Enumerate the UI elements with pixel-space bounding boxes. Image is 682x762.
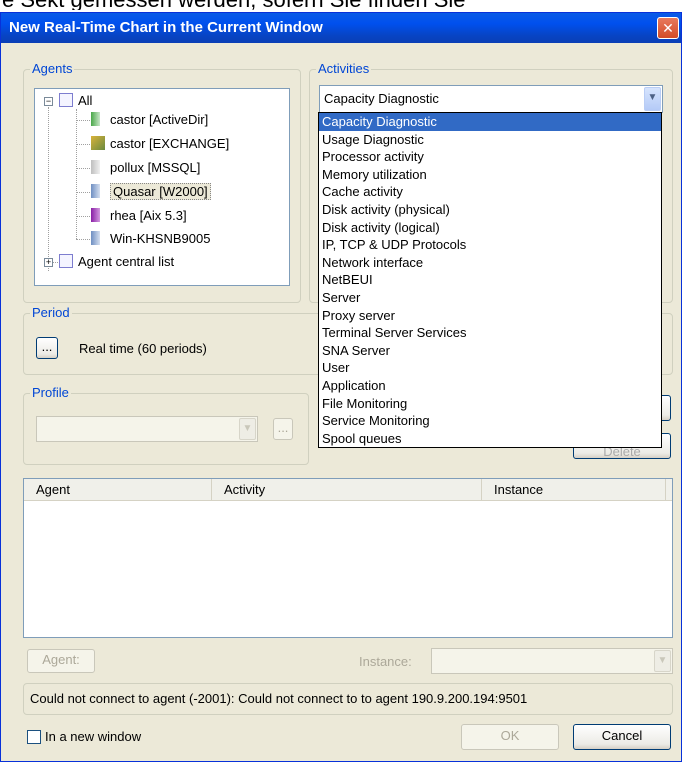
tree-line — [76, 239, 90, 240]
column-header-label: Agent — [36, 482, 70, 497]
expand-central-icon[interactable]: + — [44, 258, 53, 267]
tree-root-label: All — [78, 93, 93, 108]
ok-button-label: OK — [500, 728, 520, 743]
activity-option[interactable]: Service Monitoring — [319, 412, 661, 430]
tree-item-win-khsnb9005[interactable]: Win-KHSNB9005 — [91, 230, 210, 248]
tree-item-pollux-mssql[interactable]: pollux [MSSQL] — [91, 159, 200, 177]
background-document-text: e Sekt gemessen werden, sofern Sie finde… — [2, 0, 682, 10]
activity-option[interactable]: Processor activity — [319, 148, 661, 166]
tree-item-label: Agent central list — [78, 254, 175, 269]
cancel-button-label: Cancel — [601, 728, 643, 743]
tree-item-label: Quasar [W2000] — [110, 183, 211, 200]
activity-option[interactable]: Memory utilization — [319, 166, 661, 184]
tree-line — [76, 144, 90, 145]
tree-line — [48, 107, 49, 271]
column-header-label: Activity — [224, 482, 266, 497]
activity-option[interactable]: Application — [319, 377, 661, 395]
agent-group-icon — [59, 93, 73, 107]
profile-browse-label: ... — [277, 420, 289, 435]
period-value: Real time (60 periods) — [79, 341, 207, 356]
new-window-checkbox[interactable] — [27, 730, 41, 744]
tree-item-castor-exchange[interactable]: castor [EXCHANGE] — [91, 135, 229, 153]
tree-item-label: rhea [Aix 5.3] — [110, 208, 187, 223]
column-header-label: Instance — [494, 482, 544, 497]
activities-select[interactable]: Capacity Diagnostic ▼ — [319, 85, 663, 113]
activity-option[interactable]: IP, TCP & UDP Protocols — [319, 236, 661, 254]
activity-option[interactable]: Network interface — [319, 254, 661, 272]
new-window-label[interactable]: In a new window — [45, 729, 141, 744]
tree-item-label: Win-KHSNB9005 — [110, 231, 211, 246]
chevron-down-icon[interactable]: ▼ — [644, 87, 661, 111]
activity-option[interactable]: File Monitoring — [319, 395, 661, 413]
chevron-down-icon[interactable]: ▼ — [239, 418, 256, 440]
collapse-all-icon[interactable]: − — [44, 97, 53, 106]
close-button[interactable]: ✕ — [657, 17, 679, 39]
activity-option[interactable]: Cache activity — [319, 183, 661, 201]
column-header-instance[interactable]: Instance — [482, 479, 666, 501]
activity-option[interactable]: Server — [319, 289, 661, 307]
tree-item-label: castor [ActiveDir] — [110, 112, 209, 127]
status-bar: Could not connect to agent (-2001): Coul… — [23, 683, 673, 715]
activity-option[interactable]: Disk activity (logical) — [319, 219, 661, 237]
activities-selected-value: Capacity Diagnostic — [324, 91, 439, 106]
tree-agent-central-list[interactable]: Agent central list — [59, 253, 174, 271]
tree-item-quasar-w2000[interactable]: Quasar [W2000] — [91, 183, 211, 201]
tree-line — [76, 109, 77, 239]
period-browse-button[interactable]: ... — [36, 337, 58, 359]
activity-option[interactable]: Capacity Diagnostic — [319, 113, 661, 131]
server-green-icon — [91, 112, 100, 126]
tree-item-label: pollux [MSSQL] — [110, 160, 201, 175]
activities-dropdown-list[interactable]: Capacity Diagnostic Usage Diagnostic Proce… — [318, 112, 662, 448]
aix-server-icon — [91, 208, 100, 222]
status-text: Could not connect to agent (-2001): Coul… — [30, 691, 528, 706]
table-header: Agent Activity Instance — [24, 479, 672, 501]
exchange-server-icon — [91, 136, 105, 150]
title-bar: New Real-Time Chart in the Current Windo… — [1, 13, 681, 43]
windows-server-icon — [91, 231, 100, 245]
tree-line — [76, 216, 90, 217]
activity-option[interactable]: User — [319, 359, 661, 377]
profile-select[interactable]: ▼ — [36, 416, 258, 442]
windows-server-icon — [91, 184, 100, 198]
agents-group: Agents − All castor [ActiveDir] castor [… — [23, 61, 301, 303]
instance-select[interactable]: ▼ — [431, 648, 673, 674]
period-browse-label: ... — [41, 339, 53, 354]
agent-group-icon — [59, 254, 73, 268]
agent-button[interactable]: Agent: — [27, 649, 95, 673]
chevron-down-icon[interactable]: ▼ — [654, 650, 671, 672]
activity-option[interactable]: SNA Server — [319, 342, 661, 360]
activity-option[interactable]: Terminal Server Services — [319, 324, 661, 342]
activity-option[interactable]: NetBEUI — [319, 271, 661, 289]
tree-line — [76, 192, 90, 193]
activity-option[interactable]: Spool queues — [319, 430, 661, 448]
tree-line — [76, 120, 90, 121]
selection-table[interactable]: Agent Activity Instance — [23, 478, 673, 638]
cancel-button[interactable]: Cancel — [573, 724, 671, 750]
agents-label: Agents — [30, 61, 75, 76]
profile-browse-button[interactable]: ... — [273, 418, 293, 440]
activity-option[interactable]: Proxy server — [319, 307, 661, 325]
ok-button[interactable]: OK — [461, 724, 559, 750]
tree-item-castor-activedir[interactable]: castor [ActiveDir] — [91, 111, 208, 129]
window-title: New Real-Time Chart in the Current Windo… — [9, 19, 323, 36]
sql-server-icon — [91, 160, 100, 174]
column-header-activity[interactable]: Activity — [212, 479, 482, 501]
activity-option[interactable]: Disk activity (physical) — [319, 201, 661, 219]
column-header-agent[interactable]: Agent — [24, 479, 212, 501]
tree-line — [76, 168, 90, 169]
tree-item-rhea-aix[interactable]: rhea [Aix 5.3] — [91, 207, 187, 225]
activities-label: Activities — [316, 61, 372, 76]
agent-button-label: Agent: — [42, 652, 80, 667]
activity-option[interactable]: Usage Diagnostic — [319, 131, 661, 149]
instance-label: Instance: — [359, 654, 412, 669]
agents-tree[interactable]: − All castor [ActiveDir] castor [EXCHANG… — [34, 88, 290, 286]
close-icon: ✕ — [662, 20, 674, 36]
tree-item-label: castor [EXCHANGE] — [110, 136, 230, 151]
tree-root[interactable]: All — [59, 92, 92, 110]
period-label: Period — [30, 305, 72, 320]
profile-label: Profile — [30, 385, 71, 400]
